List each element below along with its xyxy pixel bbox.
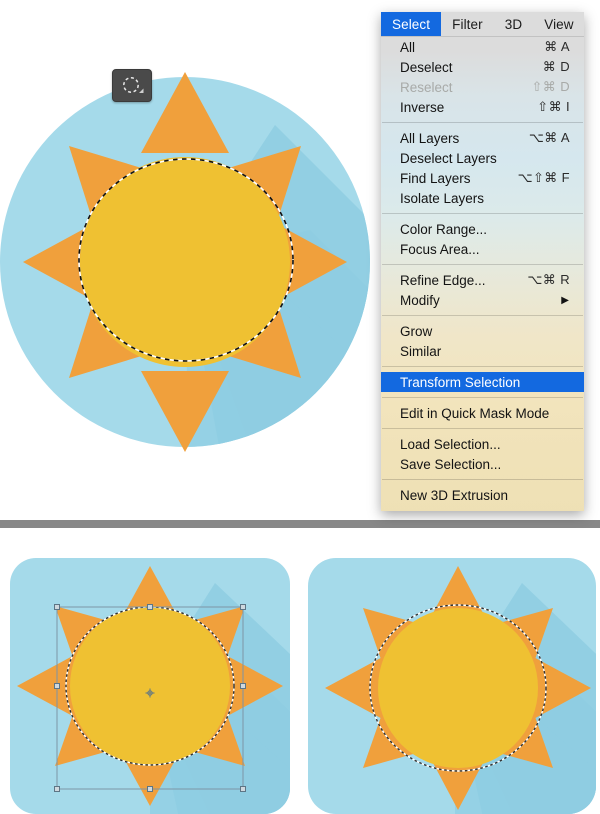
menu-item-find-layers[interactable]: Find Layers ⌥⇧⌘ F	[381, 168, 584, 188]
menu-item-all-layers[interactable]: All Layers ⌥⌘ A	[381, 128, 584, 148]
handle-top-center	[147, 604, 153, 610]
menu-item-deselect-layers[interactable]: Deselect Layers	[381, 148, 584, 168]
menu-item-new-3d-extrusion[interactable]: New 3D Extrusion	[381, 485, 584, 505]
menu-item-label: Reselect	[400, 79, 453, 95]
sun-artwork-top	[0, 72, 370, 452]
menu-item-shortcut: ⌥⇧⌘ F	[517, 170, 570, 185]
menu-item-shortcut: ⌘ D	[542, 59, 570, 74]
menu-item-all[interactable]: All ⌘ A	[381, 37, 584, 57]
handle-top-right	[240, 604, 246, 610]
elliptical-marquee-tool-badge[interactable]	[112, 69, 152, 102]
menu-item-label: Deselect Layers	[400, 150, 497, 166]
menu-separator	[382, 366, 583, 367]
menu-item-deselect[interactable]: Deselect ⌘ D	[381, 57, 584, 77]
menu-item-label: Focus Area...	[400, 241, 480, 257]
submenu-arrow-icon: ▶	[561, 294, 569, 306]
sun-core-circle	[70, 606, 230, 766]
menu-item-label: Grow	[400, 323, 433, 339]
select-dropdown-menu[interactable]: All ⌘ A Deselect ⌘ D Reselect ⇧⌘ D Inverse ⇧⌘ I…	[381, 37, 584, 511]
top-sun-illustration	[0, 0, 380, 520]
menu-item-label: Load Selection...	[400, 436, 501, 452]
menu-item-isolate-layers[interactable]: Isolate Layers	[381, 188, 584, 208]
menu-item-shortcut: ⌥⌘ R	[527, 272, 570, 287]
menu-item-edit-in-quick-mask-mode[interactable]: Edit in Quick Mask Mode	[381, 403, 584, 423]
menu-item-shortcut: ⇧⌘ D	[531, 79, 570, 94]
application-menubar[interactable]: Select Filter 3D View	[381, 12, 584, 37]
handle-middle-left	[54, 683, 60, 689]
menu-item-label: Modify	[400, 292, 440, 308]
menu-separator	[382, 122, 583, 123]
menu-item-label: Save Selection...	[400, 456, 502, 472]
sun-core-circle	[378, 608, 538, 768]
menu-separator	[382, 264, 583, 265]
menu-item-label: Refine Edge...	[400, 272, 486, 288]
menu-item-shortcut: ⇧⌘ I	[537, 99, 570, 114]
menu-separator	[382, 428, 583, 429]
sun-artwork-scaled	[308, 558, 596, 814]
menu-item-transform-selection[interactable]: Transform Selection	[381, 372, 584, 392]
bottom-left-panel	[0, 528, 300, 814]
menu-separator	[382, 315, 583, 316]
menu-item-inverse[interactable]: Inverse ⇧⌘ I	[381, 97, 584, 117]
bottom-panels-row	[0, 528, 600, 814]
menu-item-save-selection[interactable]: Save Selection...	[381, 454, 584, 474]
menu-item-label: Inverse	[400, 99, 445, 115]
bottom-right-panel	[300, 528, 600, 814]
menu-item-modify[interactable]: Modify ▶	[381, 290, 584, 310]
horizontal-separator-bar	[0, 520, 600, 528]
menubar-item-3d[interactable]: 3D	[494, 12, 533, 36]
menu-item-focus-area[interactable]: Focus Area...	[381, 239, 584, 259]
menu-item-reselect: Reselect ⇧⌘ D	[381, 77, 584, 97]
menu-item-label: Edit in Quick Mask Mode	[400, 405, 550, 421]
menubar-item-filter[interactable]: Filter	[441, 12, 494, 36]
menu-item-label: Isolate Layers	[400, 190, 485, 206]
handle-bottom-right	[240, 786, 246, 792]
menu-item-label: New 3D Extrusion	[400, 487, 509, 503]
menu-item-color-range[interactable]: Color Range...	[381, 219, 584, 239]
menu-item-shortcut: ⌘ A	[544, 39, 570, 54]
menu-separator	[382, 397, 583, 398]
select-menu-window[interactable]: Select Filter 3D View All ⌘ A Deselect ⌘ D Rese…	[381, 12, 584, 511]
menubar-item-select[interactable]: Select	[381, 12, 442, 36]
menu-item-similar[interactable]: Similar	[381, 341, 584, 361]
menu-item-label: All Layers	[400, 130, 460, 146]
menu-item-label: Similar	[400, 343, 442, 359]
menu-separator	[382, 213, 583, 214]
handle-bottom-center	[147, 786, 153, 792]
handle-middle-right	[240, 683, 246, 689]
menu-item-label: Transform Selection	[400, 374, 521, 390]
menu-item-label: Color Range...	[400, 221, 488, 237]
handle-top-left	[54, 604, 60, 610]
menu-item-load-selection[interactable]: Load Selection...	[381, 434, 584, 454]
menu-item-grow[interactable]: Grow	[381, 321, 584, 341]
menu-item-label: Deselect	[400, 59, 453, 75]
elliptical-marquee-icon	[123, 76, 144, 93]
menu-item-refine-edge[interactable]: Refine Edge... ⌥⌘ R	[381, 270, 584, 290]
sun-artwork-transform	[10, 558, 290, 814]
menu-item-label: Find Layers	[400, 170, 471, 186]
menu-item-label: All	[400, 39, 416, 55]
menu-separator	[382, 479, 583, 480]
menu-item-shortcut: ⌥⌘ A	[528, 130, 570, 145]
handle-bottom-left	[54, 786, 60, 792]
menubar-item-view[interactable]: View	[533, 12, 584, 36]
